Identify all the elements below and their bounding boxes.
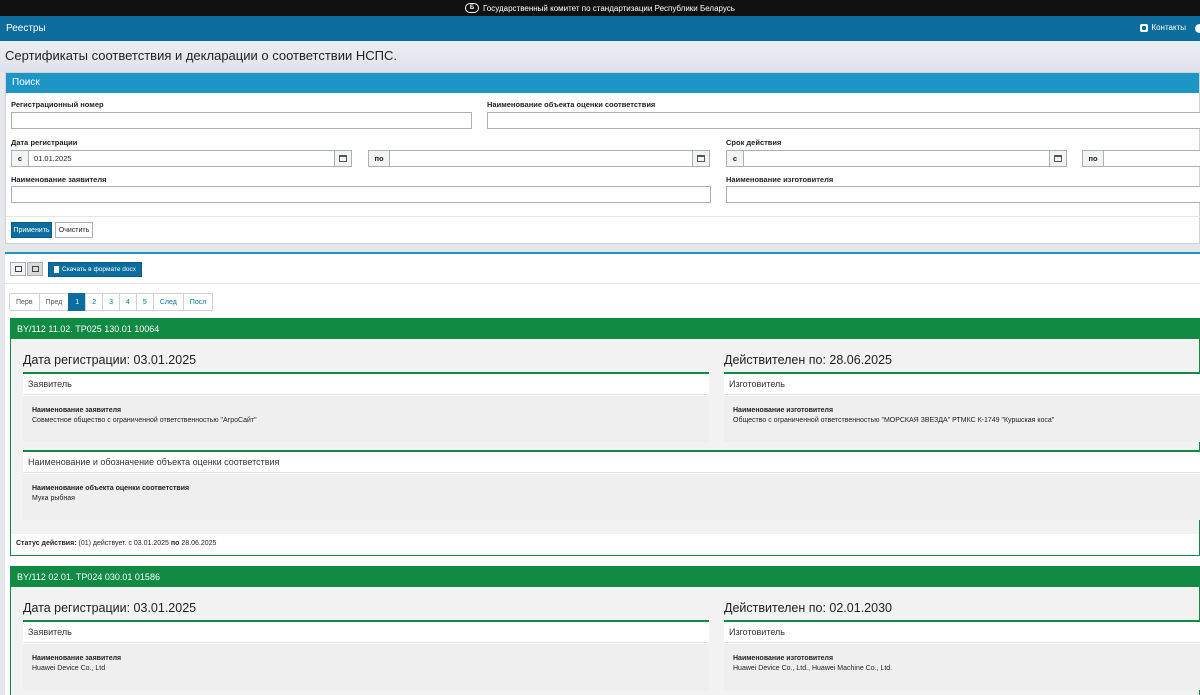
divider [6,216,1200,217]
object-box: Наименование и обозначение объекта оценк… [23,450,1200,520]
gosstandart-logo-icon: Б [465,3,479,13]
object-box-title: Наименование и обозначение объекта оценк… [23,452,1200,473]
manufacturer-name-label: Наименование изготовителя [733,407,834,414]
pager-next[interactable]: След [152,293,184,311]
manufacturer-box: Изготовитель Наименование изготовителя О… [724,372,1200,442]
object-name-input[interactable] [487,112,1200,129]
validity-label: Срок действия [726,138,782,147]
reg-date-to-input[interactable] [389,150,693,167]
manufacturer-box-body: Наименование изготовителя Общество с огр… [724,396,1200,442]
valid-until: Действителен по: 28.06.2025 [724,353,892,367]
pager-page-1[interactable]: 1 [68,293,87,311]
applicant-box: Заявитель Наименование заявителя Совмест… [23,372,709,442]
top-bar-text: Государственный комитет по стандартизаци… [483,3,735,13]
applicant-box-body: Наименование заявителя Huawei Device Co.… [23,644,709,690]
manufacturer-name-value: Huawei Device Co., Ltd., Huawei Machine … [733,665,893,672]
pager-prev[interactable]: Пред [38,293,70,311]
phone-icon [1140,23,1149,32]
manufacturer-box-title: Изготовитель [724,622,1200,643]
validity-from-input[interactable] [743,150,1050,167]
table-view-icon[interactable] [10,262,26,276]
reg-date-to-prefix: по [368,150,390,167]
registration-date: Дата регистрации: 03.01.2025 [23,353,197,367]
applicant-box-body: Наименование заявителя Совместное общест… [23,396,709,442]
certificate-number[interactable]: BY/112 02.01. ТР024 030.01 01586 [11,567,1199,587]
manufacturer-box-title: Изготовитель [724,374,1200,395]
reg-number-label: Регистрационный номер [11,100,104,109]
navbar-brand[interactable]: Реестры [6,23,46,34]
pagination: Перв Пред 1 2 3 4 5 След Посл [9,293,214,311]
calendar-icon[interactable] [692,150,710,167]
pager-last[interactable]: Посл [182,293,214,311]
applicant-box-title: Заявитель [23,622,709,643]
page-title: Сертификаты соответствия и декларации о … [5,48,397,63]
pager-page-5[interactable]: 5 [135,293,154,311]
valid-until: Действителен по: 02.01.2030 [724,601,892,615]
applicant-input[interactable] [11,186,711,203]
object-name-label: Наименование объекта оценки соответствия [487,100,656,109]
object-name-value: Мука рыбная [32,495,75,502]
certificate-card: BY/112 11.02. ТР025 130.01 10064 Дата ре… [10,318,1200,556]
validity-to-prefix: по [1082,150,1104,167]
manufacturer-box-body: Наименование изготовителя Huawei Device … [724,644,1200,690]
reg-number-input[interactable] [11,112,472,129]
applicant-box: Заявитель Наименование заявителя Huawei … [23,620,709,690]
reg-date-from-input[interactable]: 01.01.2025 [28,150,337,167]
certificate-number[interactable]: BY/112 11.02. ТР025 130.01 10064 [11,319,1199,339]
clear-button[interactable]: Очистить [55,222,93,238]
status-line: Статус действия: (01) действует. с 03.01… [16,540,216,547]
contacts-link[interactable]: Контакты [1140,23,1186,32]
pager-page-2[interactable]: 2 [85,293,104,311]
navbar: Реестры Контакты [0,16,1200,41]
object-box-body: Наименование объекта оценки соответствия… [23,474,1200,520]
status-value: (01) действует. [78,540,127,547]
card-body: Дата регистрации: 03.01.2025 Действителе… [11,587,1200,695]
calendar-icon[interactable] [1049,150,1067,167]
apply-button[interactable]: Применить [11,222,52,238]
results-panel: Скачать в формате docx Перв Пред 1 2 3 4… [5,252,1200,695]
object-name-label: Наименование объекта оценки соответствия [32,485,190,492]
pager-page-3[interactable]: 3 [102,293,121,311]
status-to-label: по [170,540,180,547]
pager-page-4[interactable]: 4 [119,293,137,311]
calendar-icon[interactable] [334,150,352,167]
applicant-name-value: Huawei Device Co., Ltd [32,665,106,672]
document-icon [54,266,59,273]
status-from: с 03.01.2025 [128,540,169,547]
reg-date-from-prefix: с [11,150,29,167]
applicant-name-label: Наименование заявителя [32,655,122,662]
status-to: 28.06.2025 [181,540,217,547]
reg-date-label: Дата регистрации [11,138,78,147]
top-government-bar: Б Государственный комитет по стандартиза… [0,0,1200,16]
search-panel-header[interactable]: Поиск [6,73,1199,93]
download-docx-label: Скачать в формате docx [62,266,137,273]
applicant-name-label: Наименование заявителя [32,407,122,414]
manufacturer-name-label: Наименование изготовителя [733,655,834,662]
manufacturer-input[interactable] [726,186,1200,203]
search-panel: Поиск Регистрационный номер Наименование… [5,72,1200,244]
registration-date: Дата регистрации: 03.01.2025 [23,601,197,615]
validity-to-input[interactable] [1103,150,1200,167]
manufacturer-name-value: Общество с ограниченной ответственностью… [733,417,1055,424]
download-docx-button[interactable]: Скачать в формате docx [48,262,143,277]
applicant-box-title: Заявитель [23,374,709,395]
results-toolbar: Скачать в формате docx [5,254,1200,284]
user-menu-icon[interactable] [1195,24,1200,33]
validity-from-prefix: с [726,150,744,167]
manufacturer-label: Наименование изготовителя [726,175,834,184]
applicant-label: Наименование заявителя [11,175,107,184]
certificate-card: BY/112 02.01. ТР024 030.01 01586 Дата ре… [10,566,1200,695]
manufacturer-box: Изготовитель Наименование изготовителя H… [724,620,1200,690]
pager-first[interactable]: Перв [9,293,40,311]
status-label: Статус действия: [16,540,77,547]
applicant-name-value: Совместное общество с ограниченной ответ… [32,417,257,424]
card-view-icon[interactable] [27,262,43,276]
contacts-label: Контакты [1151,23,1186,32]
card-body: Дата регистрации: 03.01.2025 Действителе… [11,339,1200,534]
